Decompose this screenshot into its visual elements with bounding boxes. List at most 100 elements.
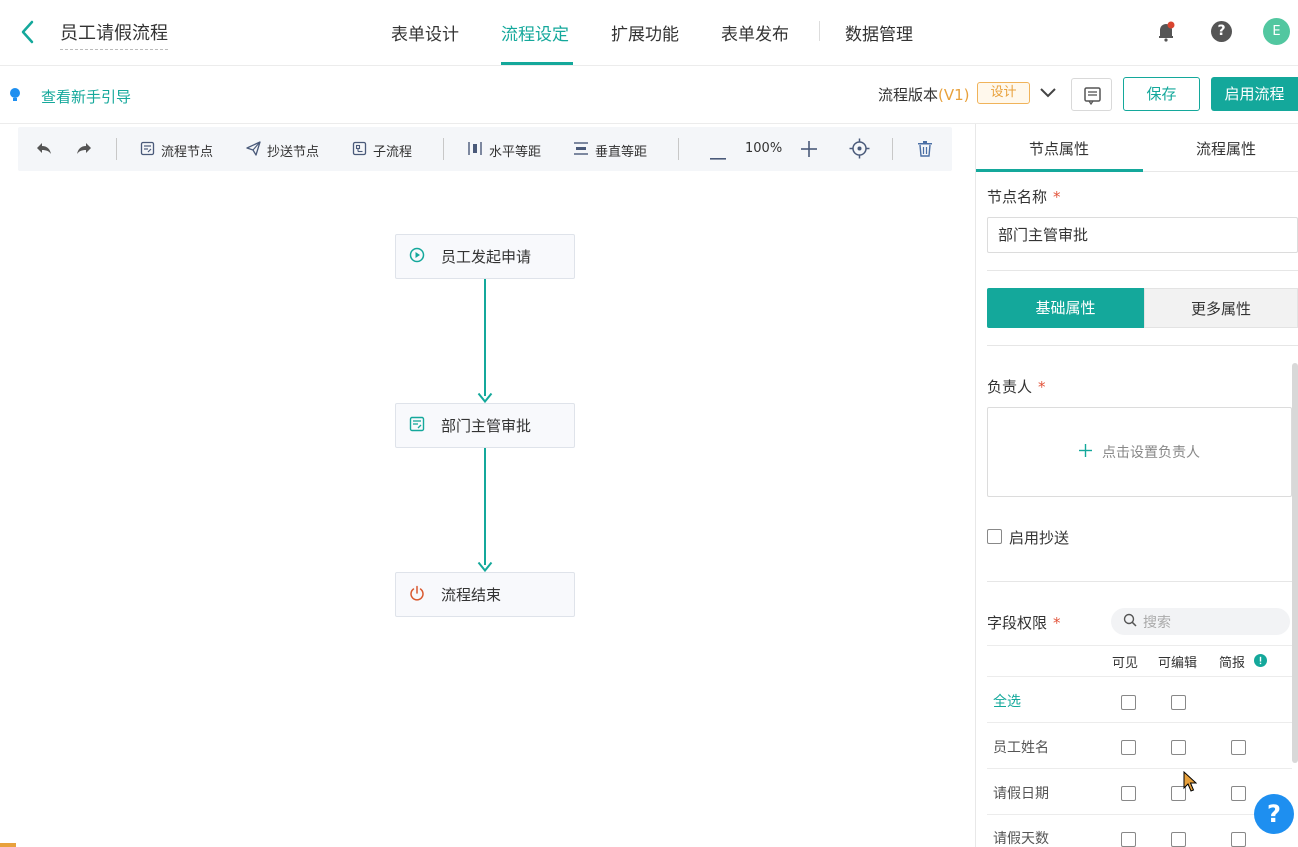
info-icon[interactable] [1254,654,1267,671]
select-all-visible-checkbox[interactable] [1121,695,1136,710]
more-properties-button[interactable]: 更多属性 [1144,288,1298,328]
assignee-label: 负责人 * [987,376,1046,397]
select-all-link[interactable]: 全选 [993,691,1021,711]
column-editable: 可编辑 [1158,656,1198,671]
divider [987,345,1298,346]
visible-checkbox[interactable] [1121,832,1136,847]
add-flow-node-button[interactable]: 流程节点 [140,141,213,160]
flow-node-approval[interactable]: 部门主管审批 [395,403,575,448]
toolbar-divider [892,138,893,160]
divider [987,581,1298,582]
tab-flow-settings[interactable]: 流程设定 [501,20,569,45]
brief-checkbox[interactable] [1231,786,1246,801]
toolbar-divider [443,138,444,160]
version-status-badge: 设计 [977,82,1030,104]
power-icon [409,585,425,605]
toolbar-divider [116,138,117,160]
table-row-label: 请假日期 [993,786,1049,802]
zoom-out-icon[interactable] [710,148,726,164]
avatar[interactable]: E [1263,18,1290,45]
subflow-icon [352,141,367,160]
horizontal-distribute-label: 水平等距 [489,145,542,160]
play-circle-icon [409,247,425,267]
brief-checkbox[interactable] [1231,832,1246,847]
visible-checkbox[interactable] [1121,740,1136,755]
undo-icon[interactable] [36,141,52,159]
tab-data-management[interactable]: 数据管理 [845,20,913,45]
divider [987,270,1298,271]
mouse-cursor-icon [1183,770,1198,797]
search-placeholder: 搜索 [1143,614,1171,631]
beginner-guide-link[interactable]: 查看新手引导 [41,86,131,107]
tab-form-design[interactable]: 表单设计 [391,20,459,45]
zoom-in-icon[interactable] [801,141,817,161]
vertical-distribute-button[interactable]: 垂直等距 [573,141,647,160]
save-button[interactable]: 保存 [1123,77,1200,111]
row-divider [987,722,1292,723]
node-name-input[interactable]: 部门主管审批 [987,217,1298,253]
editable-checkbox[interactable] [1171,740,1186,755]
table-row-label: 员工姓名 [993,740,1049,756]
panel-scrollbar[interactable] [1292,363,1298,763]
permission-table-header [987,645,1298,677]
flow-node-start[interactable]: 员工发起申请 [395,234,575,279]
app-title[interactable]: 员工请假流程 [60,19,168,50]
table-row-label: 请假天数 [993,831,1049,847]
corner-marker [0,843,16,847]
subflow-label: 子流程 [373,145,413,160]
cc-node-label: 抄送节点 [267,145,320,160]
required-mark: * [1038,378,1046,396]
add-cc-node-button[interactable]: 抄送节点 [246,141,319,160]
locate-center-icon[interactable] [849,138,870,163]
vertical-distribute-label: 垂直等距 [595,145,648,160]
row-divider [987,768,1292,769]
table-row-clip: 请假天数 [987,814,1292,847]
vertical-distribute-icon [573,141,589,160]
toolbar-divider [678,138,679,160]
search-icon [1123,613,1137,631]
enable-cc-checkbox[interactable] [987,529,1002,544]
back-arrow-icon[interactable] [18,18,40,46]
add-subflow-button[interactable]: 子流程 [352,141,412,160]
set-assignee-button[interactable]: 点击设置负责人 [987,407,1292,497]
enable-flow-button[interactable]: 启用流程 [1211,77,1298,111]
enable-cc-label: 启用抄送 [1009,529,1070,547]
tab-divider [819,21,820,41]
required-mark: * [1053,614,1061,632]
brief-checkbox[interactable] [1231,740,1246,755]
lightbulb-icon [9,87,21,107]
basic-properties-button[interactable]: 基础属性 [987,288,1144,328]
flow-version-label: 流程版本(V1) [878,84,970,105]
floating-help-button[interactable]: ? [1254,794,1294,834]
flow-node-label: 流程结束 [441,586,502,604]
visible-checkbox[interactable] [1121,786,1136,801]
help-icon[interactable]: ? [1211,21,1232,42]
tab-flow-properties[interactable]: 流程属性 [1196,138,1256,159]
required-mark: * [1053,188,1061,206]
flow-node-label: 部门主管审批 [441,417,532,435]
redo-icon[interactable] [76,141,92,159]
trash-icon[interactable] [918,141,932,161]
field-search-input[interactable]: 搜索 [1111,608,1290,635]
flow-version-number: (V1) [938,86,970,104]
horizontal-distribute-icon [467,141,483,160]
node-name-text: 节点名称 [987,188,1048,206]
tab-node-properties[interactable]: 节点属性 [1029,138,1089,159]
assignee-placeholder: 点击设置负责人 [1102,445,1200,461]
field-permission-label: 字段权限 * [987,612,1061,633]
send-icon [246,141,261,160]
tab-form-publish[interactable]: 表单发布 [721,20,789,45]
flow-node-end[interactable]: 流程结束 [395,572,575,617]
notification-bell-icon[interactable] [1155,20,1177,42]
horizontal-distribute-button[interactable]: 水平等距 [467,141,541,160]
editable-checkbox[interactable] [1171,832,1186,847]
select-all-editable-checkbox[interactable] [1171,695,1186,710]
field-permission-text: 字段权限 [987,614,1048,632]
tab-extensions[interactable]: 扩展功能 [611,20,679,45]
column-brief: 简报 [1219,656,1246,671]
flow-connector [484,279,486,396]
node-name-label: 节点名称 * [987,186,1061,207]
zoom-level: 100% [745,141,783,156]
chevron-down-icon[interactable] [1038,86,1058,104]
comment-button[interactable] [1071,78,1112,111]
